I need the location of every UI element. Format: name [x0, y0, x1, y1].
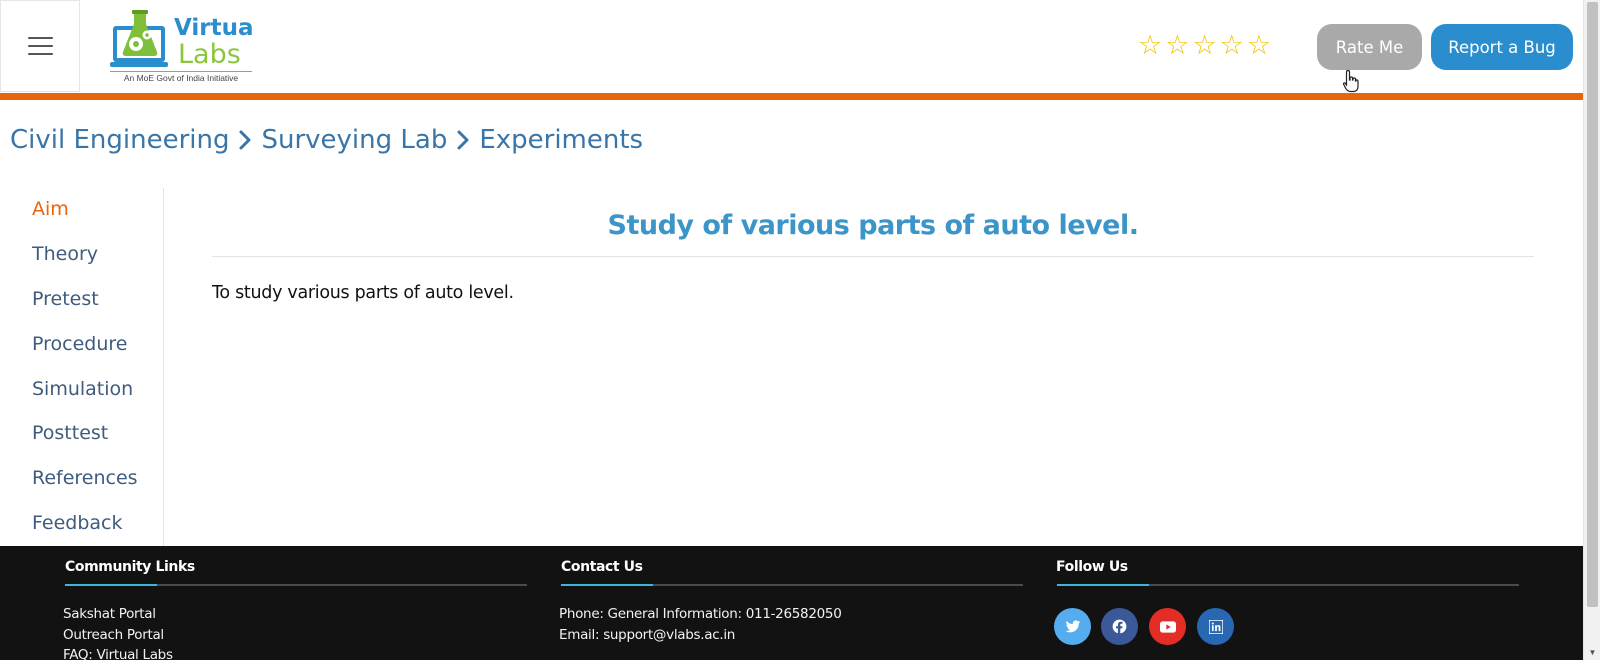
breadcrumb-civil-engineering[interactable]: Civil Engineering — [10, 125, 229, 155]
footer-divider-accent — [561, 584, 653, 586]
top-header: Virtual Labs An MoE Govt of India Initia… — [0, 0, 1583, 93]
experiment-title: Study of various parts of auto level. — [607, 210, 1139, 241]
sidebar-item-references[interactable]: References — [32, 467, 138, 489]
youtube-icon[interactable] — [1149, 608, 1186, 645]
breadcrumb: Civil Engineering Surveying Lab Experime… — [10, 125, 643, 155]
breadcrumb-experiments[interactable]: Experiments — [479, 125, 643, 155]
star-1-icon[interactable]: ☆ — [1138, 32, 1162, 59]
sidebar-item-theory[interactable]: Theory — [32, 243, 98, 265]
chevron-right-icon — [451, 125, 475, 155]
breadcrumb-surveying-lab[interactable]: Surveying Lab — [261, 125, 447, 155]
footer-heading-contact: Contact Us — [561, 559, 643, 575]
scroll-down-icon[interactable]: ▼ — [1584, 646, 1600, 660]
rating-stars[interactable]: ☆ ☆ ☆ ☆ ☆ — [1138, 32, 1271, 59]
star-5-icon[interactable]: ☆ — [1247, 32, 1271, 59]
star-4-icon[interactable]: ☆ — [1220, 32, 1244, 59]
footer-heading-follow: Follow Us — [1056, 559, 1128, 575]
star-2-icon[interactable]: ☆ — [1165, 32, 1189, 59]
footer-link-faq[interactable]: FAQ: Virtual Labs — [63, 647, 173, 660]
footer-phone: Phone: General Information: 011-26582050 — [559, 606, 842, 622]
linkedin-icon[interactable] — [1197, 608, 1234, 645]
logo-subtitle: An MoE Govt of India Initiative — [110, 71, 252, 83]
sidebar-item-simulation[interactable]: Simulation — [32, 378, 133, 400]
hamburger-icon — [27, 37, 53, 55]
sidebar-item-procedure[interactable]: Procedure — [32, 333, 127, 355]
footer-email[interactable]: Email: support@vlabs.ac.in — [559, 627, 735, 643]
twitter-icon[interactable] — [1054, 608, 1091, 645]
sidebar-item-pretest[interactable]: Pretest — [32, 288, 99, 310]
menu-button[interactable] — [0, 0, 80, 92]
footer-link-outreach[interactable]: Outreach Portal — [63, 627, 164, 643]
aim-text: To study various parts of auto level. — [212, 283, 514, 303]
report-bug-button[interactable]: Report a Bug — [1431, 24, 1573, 70]
experiment-sidebar: Aim Theory Pretest Procedure Simulation … — [0, 188, 164, 546]
header-accent-bar — [0, 93, 1583, 100]
title-divider — [212, 256, 1534, 257]
sidebar-item-aim[interactable]: Aim — [32, 198, 69, 220]
sidebar-item-posttest[interactable]: Posttest — [32, 422, 108, 444]
facebook-icon[interactable] — [1101, 608, 1138, 645]
chevron-right-icon — [233, 125, 257, 155]
logo-text-virtual: Virtual — [174, 15, 252, 41]
star-3-icon[interactable]: ☆ — [1192, 32, 1216, 59]
footer-divider-accent — [65, 584, 157, 586]
footer-link-sakshat[interactable]: Sakshat Portal — [63, 606, 156, 622]
logo-text-labs: Labs — [178, 39, 241, 70]
scrollbar-thumb[interactable] — [1587, 2, 1598, 607]
footer-heading-community: Community Links — [65, 559, 195, 575]
hand-cursor-icon — [1342, 69, 1359, 93]
sidebar-item-feedback[interactable]: Feedback — [32, 512, 122, 534]
rate-me-button[interactable]: Rate Me — [1317, 24, 1422, 70]
footer-divider-accent — [1057, 584, 1149, 586]
site-footer: Community Links Sakshat Portal Outreach … — [0, 546, 1583, 660]
page-scrollbar[interactable]: ▲ ▼ — [1583, 0, 1600, 660]
